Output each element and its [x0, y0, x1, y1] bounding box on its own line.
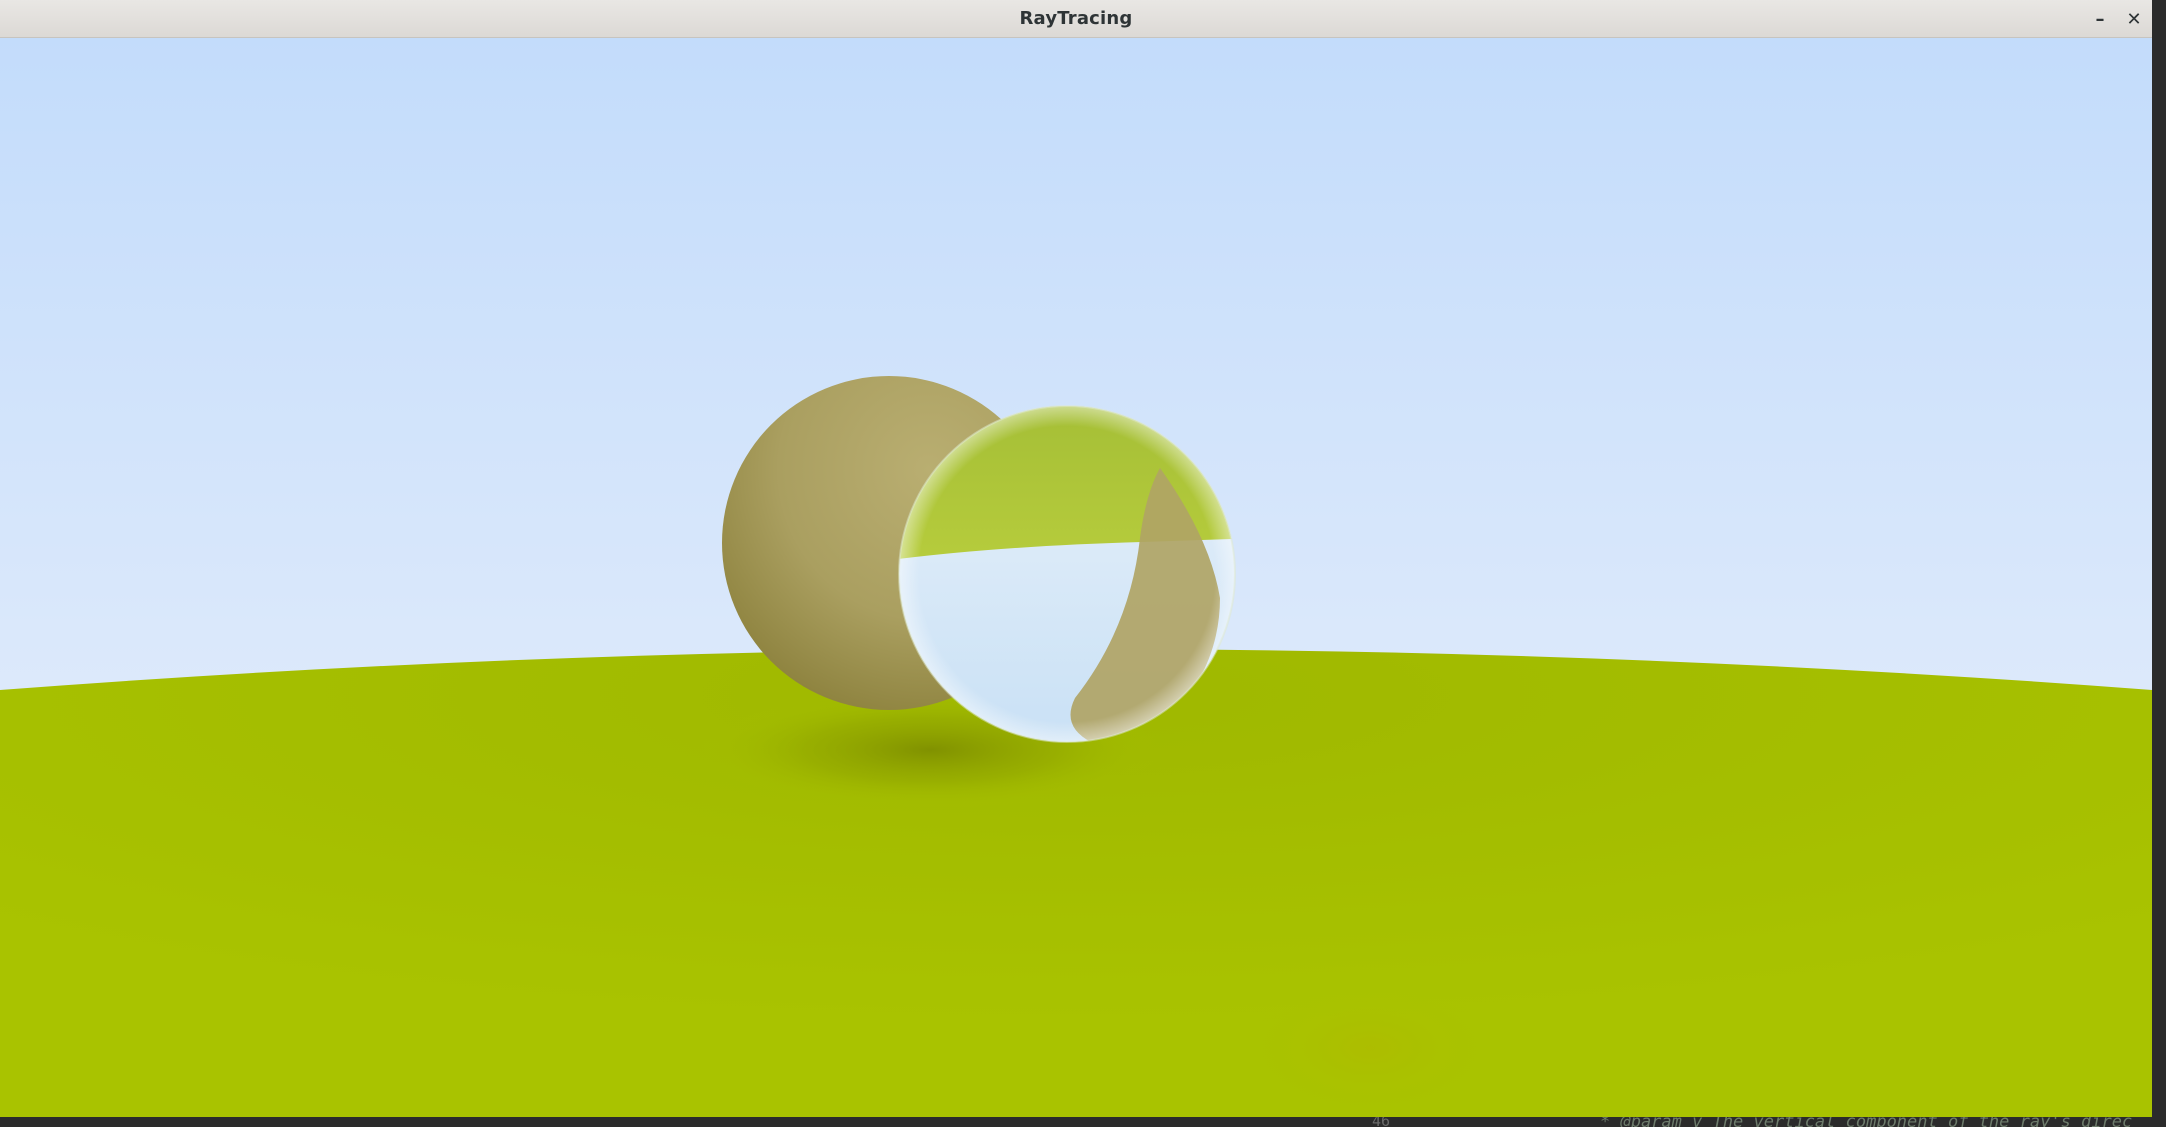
desktop-edge-right	[2152, 0, 2166, 1127]
close-button[interactable]: ✕	[2120, 5, 2148, 33]
minimize-icon: –	[2095, 8, 2105, 30]
background-editor-peek: 46 * @param v The vertical component of …	[0, 1117, 2166, 1127]
close-icon: ✕	[2126, 8, 2142, 30]
ground-caustic	[1240, 978, 1500, 1117]
window-title: RayTracing	[1019, 8, 1133, 29]
title-bar[interactable]: RayTracing – ✕	[0, 0, 2152, 38]
render-canvas	[0, 38, 2152, 1117]
rendered-scene	[0, 38, 2152, 1117]
minimize-button[interactable]: –	[2086, 5, 2114, 33]
app-window: RayTracing – ✕	[0, 0, 2152, 1117]
editor-code-line: * @param v The vertical component of the…	[1600, 1117, 2133, 1127]
editor-line-number: 46	[1372, 1117, 1391, 1127]
